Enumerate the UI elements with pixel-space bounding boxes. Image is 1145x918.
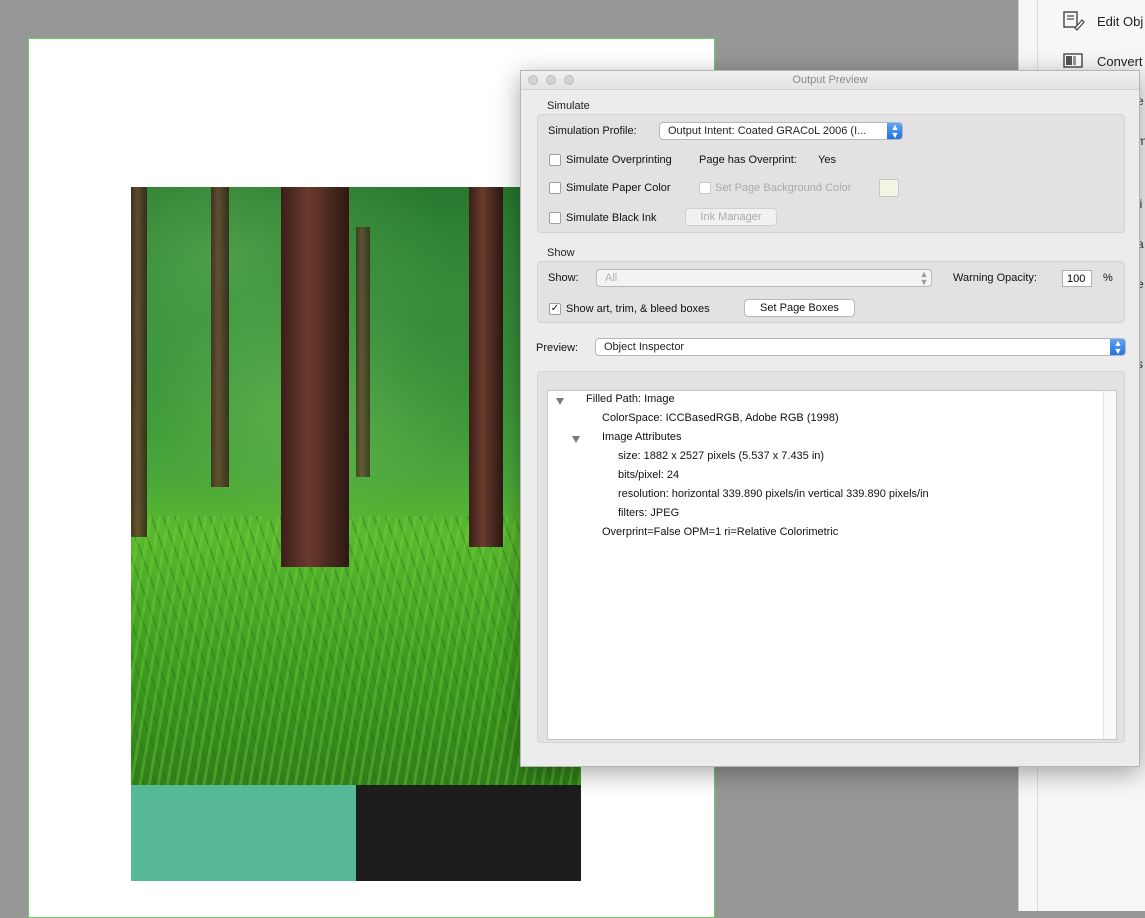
photo-trunk — [131, 187, 147, 537]
simulate-black-ink-label: Simulate Black Ink — [566, 212, 657, 224]
show-label: Show: — [548, 272, 579, 284]
show-boxes-label: Show art, trim, & bleed boxes — [566, 303, 710, 315]
set-page-background-color-label: Set Page Background Color — [715, 182, 852, 194]
photo-ferns — [131, 515, 581, 785]
tree-row[interactable]: filters: JPEG — [618, 507, 679, 519]
chevron-updown-icon: ▲ ▼ — [887, 123, 902, 139]
output-preview-dialog: Output Preview Simulate Simulation Profi… — [520, 70, 1140, 767]
preview-select-value: Object Inspector — [604, 341, 685, 353]
dialog-title: Output Preview — [792, 74, 868, 86]
photo-trunk — [281, 187, 349, 567]
show-boxes-checkbox[interactable]: ✓ — [549, 303, 561, 315]
chevron-updown-icon: ▲ ▼ — [919, 269, 929, 287]
set-page-background-color-checkbox[interactable] — [699, 182, 711, 194]
simulate-overprinting-label: Simulate Overprinting — [566, 154, 672, 166]
simulate-paper-color-label: Simulate Paper Color — [566, 182, 671, 194]
show-select-value: All — [605, 272, 618, 284]
tool-convert-label: Convert — [1097, 53, 1143, 69]
tree-row[interactable]: Overprint=False OPM=1 ri=Relative Colori… — [602, 526, 838, 538]
set-page-boxes-button[interactable]: Set Page Boxes — [744, 299, 855, 317]
simulation-profile-label: Simulation Profile: — [548, 125, 637, 137]
simulate-section-label: Simulate — [547, 100, 590, 112]
tree-row[interactable]: ColorSpace: ICCBasedRGB, Adobe RGB (1998… — [602, 412, 839, 424]
tree-row[interactable]: resolution: horizontal 339.890 pixels/in… — [618, 488, 929, 500]
warning-opacity-input[interactable] — [1062, 270, 1092, 287]
ink-manager-button[interactable]: Ink Manager — [685, 208, 777, 226]
simulate-overprinting-checkbox[interactable] — [549, 154, 561, 166]
simulate-group: Simulation Profile: Output Intent: Coate… — [537, 114, 1125, 233]
tree-row[interactable]: Image Attributes — [602, 431, 682, 443]
object-inspector-panel: Filled Path: Image ColorSpace: ICCBasedR… — [537, 371, 1125, 743]
tree-row[interactable]: Filled Path: Image — [586, 393, 675, 405]
page-has-overprint-label: Page has Overprint: — [699, 154, 797, 166]
simulate-paper-color-checkbox[interactable] — [549, 182, 561, 194]
chevron-updown-icon: ▲ ▼ — [1110, 339, 1125, 355]
simulate-black-ink-checkbox[interactable] — [549, 212, 561, 224]
warning-opacity-label: Warning Opacity: — [953, 272, 1037, 284]
tool-edit-object-label: Edit Obj — [1097, 13, 1144, 29]
forest-photo[interactable] — [131, 187, 581, 785]
simulation-profile-value: Output Intent: Coated GRACoL 2006 (I... — [668, 125, 867, 137]
edit-object-icon — [1063, 11, 1085, 31]
photo-trunk — [469, 187, 503, 547]
tree-scrollbar[interactable] — [1103, 391, 1116, 739]
percent-label: % — [1103, 272, 1113, 284]
disclosure-triangle-icon[interactable] — [556, 398, 564, 405]
tree-row[interactable]: size: 1882 x 2527 pixels (5.537 x 7.435 … — [618, 450, 824, 462]
preview-label: Preview: — [536, 342, 579, 354]
show-select[interactable]: All ▲ ▼ — [596, 269, 932, 287]
dialog-titlebar[interactable]: Output Preview — [521, 71, 1139, 90]
black-swatch[interactable] — [356, 785, 581, 881]
tree-row[interactable]: bits/pixel: 24 — [618, 469, 679, 481]
simulation-profile-select[interactable]: Output Intent: Coated GRACoL 2006 (I... … — [659, 122, 903, 140]
page-has-overprint-value: Yes — [818, 154, 836, 166]
object-inspector-tree[interactable]: Filled Path: Image ColorSpace: ICCBasedR… — [547, 390, 1117, 740]
show-section-label: Show — [547, 247, 575, 259]
green-swatch[interactable] — [131, 785, 356, 881]
disclosure-triangle-icon[interactable] — [572, 436, 580, 443]
photo-trunk — [356, 227, 370, 477]
page-background-color-swatch[interactable] — [879, 179, 899, 197]
preview-select[interactable]: Object Inspector ▲ ▼ — [595, 338, 1126, 356]
tool-edit-object[interactable]: Edit Obj — [1063, 9, 1143, 33]
convert-icon — [1063, 53, 1083, 68]
photo-trunk — [211, 187, 229, 487]
show-group: Show: All ▲▼ Warning Opacity: % ✓ Show a… — [537, 261, 1125, 323]
